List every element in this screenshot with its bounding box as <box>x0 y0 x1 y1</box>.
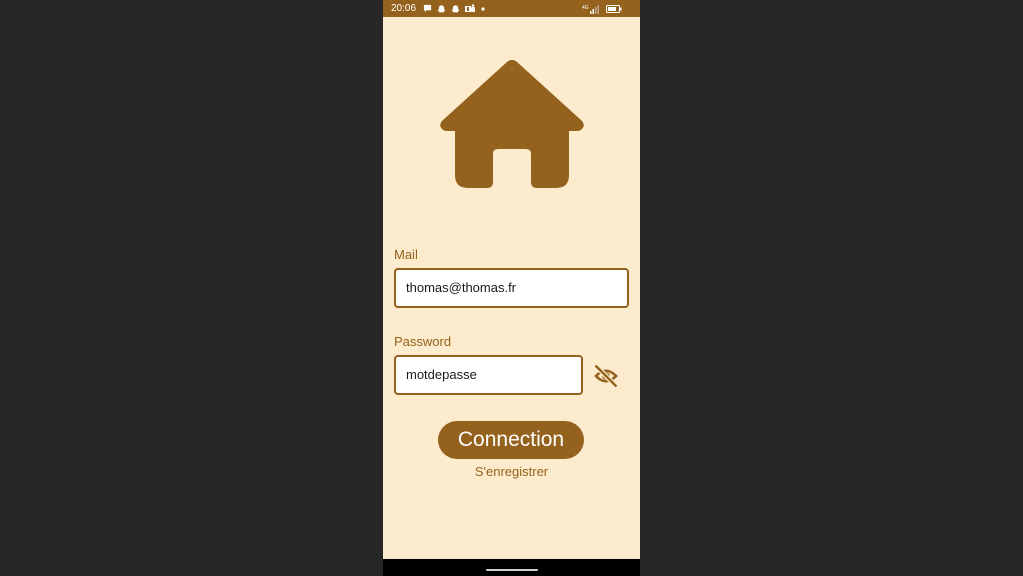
navigation-bar <box>383 559 640 576</box>
network-label: 4G <box>582 5 589 11</box>
visibility-off-icon[interactable] <box>593 363 619 389</box>
mail-field[interactable]: thomas@thomas.fr <box>394 268 629 308</box>
password-field[interactable]: motdepasse <box>394 355 583 395</box>
status-bar: 20:06 4G <box>383 0 640 17</box>
mail-label: Mail <box>394 247 418 262</box>
battery-icon <box>606 4 622 13</box>
password-label: Password <box>394 334 452 349</box>
teams-icon <box>465 3 475 12</box>
phone-screen: 20:06 4G Mail thomas@thomas.fr Password … <box>383 0 640 576</box>
dot-icon <box>481 6 485 11</box>
snapchat-ghost-icon <box>437 4 446 13</box>
status-indicators: 4G <box>582 3 622 14</box>
connection-button[interactable]: Connection <box>438 421 584 459</box>
chat-bubble-icon <box>423 4 432 13</box>
signal-icon: 4G <box>582 4 599 14</box>
home-gesture-handle[interactable] <box>486 569 538 571</box>
notification-icons <box>423 3 485 14</box>
home-icon <box>440 60 584 188</box>
status-time: 20:06 <box>391 3 417 14</box>
snapchat-ghost-icon <box>451 4 460 13</box>
register-link[interactable]: S'enregistrer <box>383 464 640 479</box>
